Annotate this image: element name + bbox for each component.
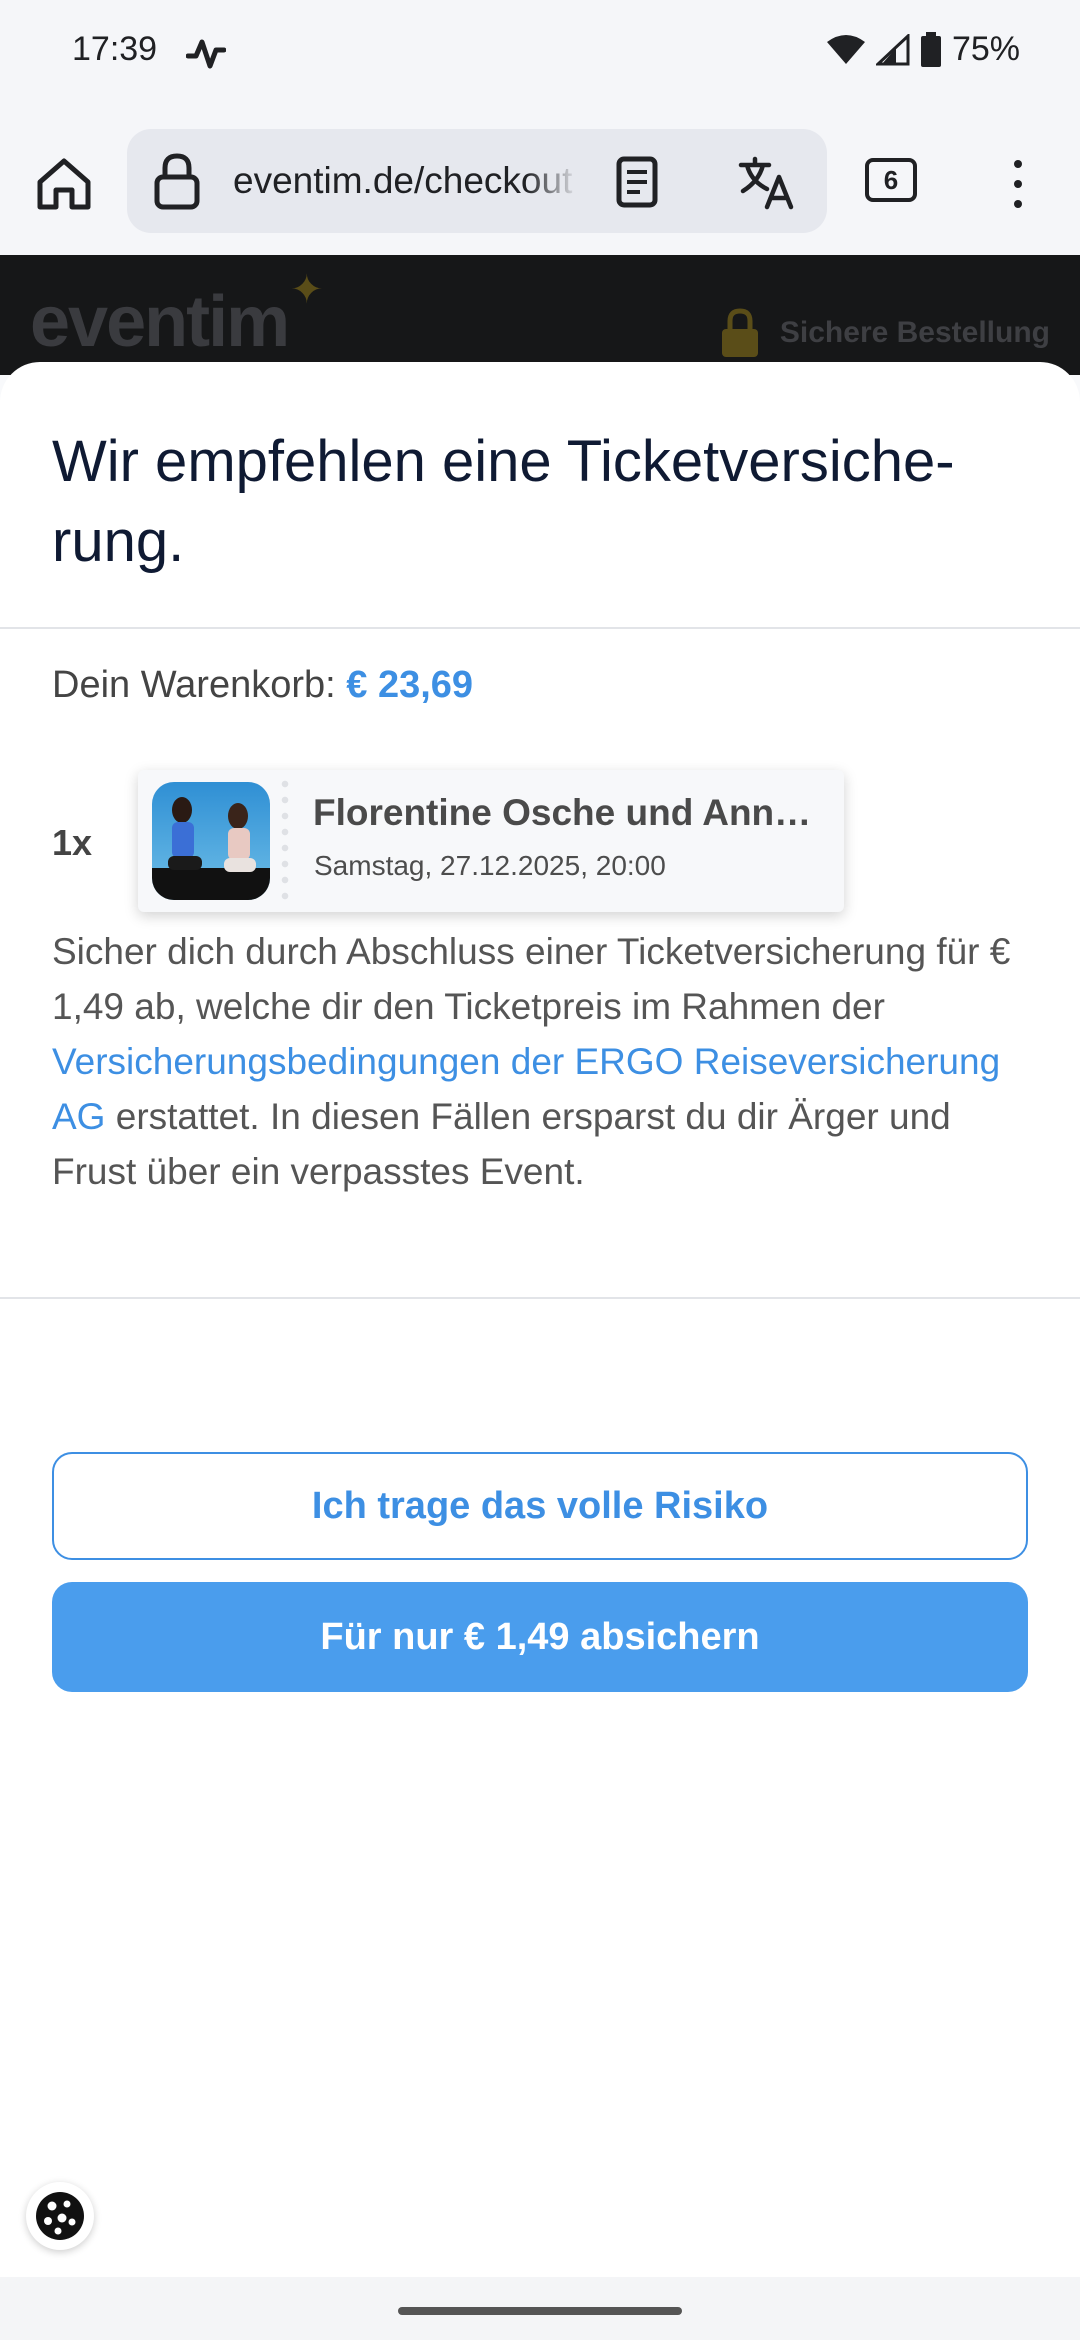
- home-icon: [37, 158, 91, 210]
- event-datetime: Samstag, 27.12.2025, 20:00: [314, 850, 666, 881]
- description-text-end: erstattet. In diesen Fällen ersparst du …: [52, 1096, 951, 1192]
- system-navigation-bar: [0, 2277, 1080, 2340]
- event-image: [152, 782, 270, 900]
- cart-summary: Dein Warenkorb: € 23,69: [52, 664, 473, 707]
- status-time: 17:39: [72, 30, 158, 68]
- divider: [0, 627, 1080, 629]
- home-gesture-handle[interactable]: [398, 2307, 682, 2315]
- battery-icon: [920, 31, 941, 67]
- cart-total: € 23,69: [346, 664, 474, 706]
- battery-percentage: 75%: [951, 30, 1020, 68]
- divider: [0, 1297, 1080, 1299]
- status-bar: 17:39 75%: [0, 0, 1080, 110]
- overflow-menu-button[interactable]: [1000, 154, 1036, 214]
- secure-order-badge: Sichere Bestellung: [718, 307, 1050, 359]
- menu-dot-icon: [1014, 200, 1022, 208]
- menu-dot-icon: [1014, 180, 1022, 188]
- lock-icon: [721, 308, 758, 357]
- tab-switcher-button[interactable]: 6: [865, 158, 917, 202]
- cookie-icon: [36, 2192, 84, 2240]
- secure-order-label: Sichere Bestellung: [779, 316, 1050, 349]
- ticket-card: Florentine Osche und Anna... Samstag, 27…: [138, 770, 844, 912]
- ticket-quantity: 1x: [52, 822, 93, 863]
- logo-star-icon: ✦: [290, 268, 324, 312]
- translate-icon[interactable]: [737, 155, 797, 211]
- decline-insurance-button[interactable]: Ich trage das volle Risiko: [52, 1452, 1028, 1560]
- event-title: Florentine Osche und Anna...: [313, 792, 818, 833]
- url-text[interactable]: eventim.de/checkout: [233, 160, 578, 202]
- status-indicators: 75%: [826, 30, 1020, 69]
- wifi-icon: [826, 34, 865, 64]
- eventim-logo: eventim: [30, 282, 290, 362]
- browser-toolbar: eventim.de/checkout 6: [0, 110, 1080, 255]
- activity-icon: [186, 39, 226, 69]
- cart-label: Dein Warenkorb:: [52, 664, 336, 706]
- dialog-title: Wir empfehlen eine Ticketversiche-rung.: [52, 429, 955, 574]
- description-text: Sicher dich durch Abschluss einer Ticket…: [52, 931, 1011, 1027]
- signal-icon: [875, 33, 910, 65]
- menu-dot-icon: [1014, 160, 1022, 168]
- event-thumbnail: [152, 782, 270, 900]
- insurance-description: Sicher dich durch Abschluss einer Ticket…: [52, 924, 1032, 1199]
- cookie-settings-button[interactable]: [26, 2182, 94, 2250]
- url-bar[interactable]: eventim.de/checkout: [127, 129, 827, 233]
- lock-icon: [154, 153, 200, 210]
- reader-mode-icon[interactable]: [610, 155, 664, 209]
- page-header-background: eventim ✦ Sichere Bestellung: [0, 255, 1080, 375]
- ticket-perforation: [281, 776, 289, 906]
- accept-insurance-button[interactable]: Für nur € 1,49 absichern: [52, 1582, 1028, 1692]
- home-button[interactable]: [30, 150, 98, 218]
- insurance-dialog: Wir empfehlen eine Ticketversiche-rung. …: [0, 362, 1080, 2277]
